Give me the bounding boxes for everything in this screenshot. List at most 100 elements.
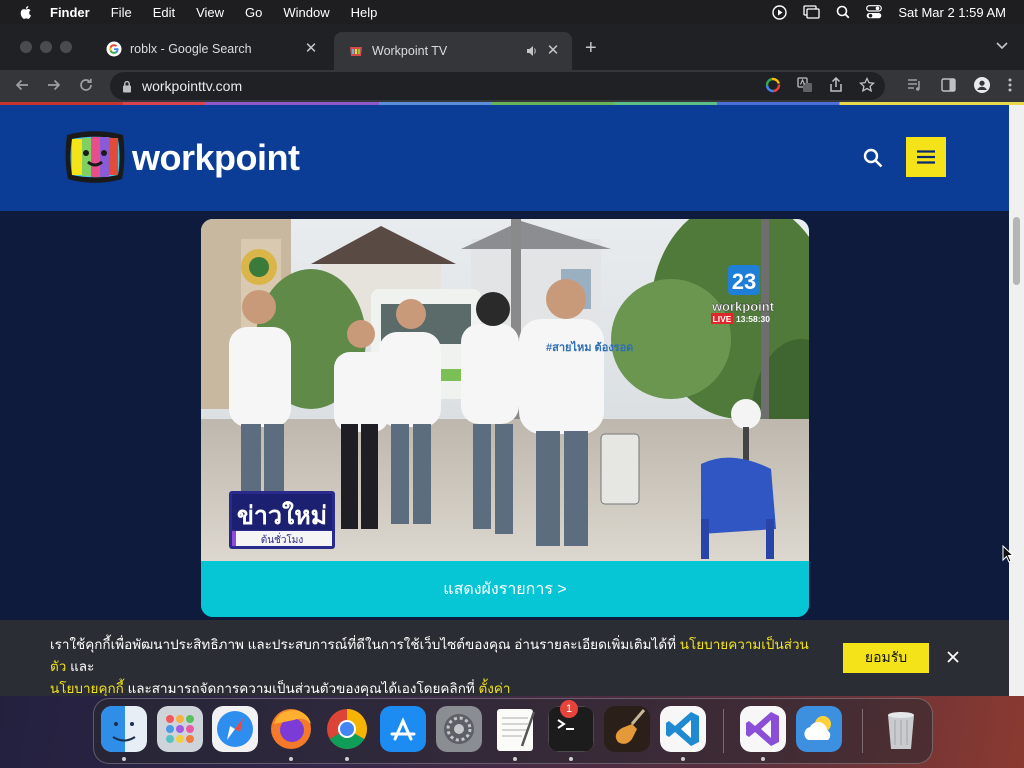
- garageband-icon[interactable]: [604, 706, 650, 752]
- share-icon[interactable]: [829, 77, 843, 93]
- toolbar-actions: [907, 77, 1012, 93]
- trash-icon[interactable]: [878, 706, 924, 752]
- forward-arrow-icon[interactable]: [46, 77, 62, 93]
- show-subtitle: ต้นชั่วโมง: [261, 532, 304, 546]
- menu-app-name[interactable]: Finder: [50, 5, 90, 20]
- dock-separator: [862, 709, 863, 753]
- reload-icon[interactable]: [78, 77, 94, 93]
- cookie-policy-link[interactable]: นโยบายคุกกี้: [50, 681, 124, 696]
- channel-name: workpoint: [711, 299, 775, 314]
- video-frame[interactable]: #สายไหม ต้องรอด 23 workpoint LIVE 13:58:…: [201, 219, 809, 561]
- control-center-icon[interactable]: [866, 5, 883, 19]
- play-status-icon[interactable]: [772, 4, 788, 20]
- live-video-player[interactable]: #สายไหม ต้องรอด 23 workpoint LIVE 13:58:…: [201, 219, 809, 561]
- url-text[interactable]: workpointtv.com: [142, 78, 242, 94]
- chrome-icon[interactable]: [324, 706, 370, 752]
- tab-google-search[interactable]: roblx - Google Search ✕: [92, 34, 330, 64]
- close-tab-icon[interactable]: ✕: [546, 43, 560, 58]
- bookmark-star-icon[interactable]: [859, 77, 875, 93]
- audio-playing-icon[interactable]: [526, 45, 538, 57]
- lock-icon[interactable]: [122, 80, 132, 93]
- search-icon[interactable]: [862, 147, 884, 169]
- shirt-slogan: #สายไหม ต้องรอด: [546, 340, 633, 354]
- dock-separator: [723, 709, 724, 753]
- hamburger-menu-button[interactable]: [906, 137, 946, 177]
- firefox-icon[interactable]: [268, 706, 314, 752]
- channel-number: 23: [732, 269, 756, 294]
- logo-text[interactable]: workpoint: [132, 137, 300, 179]
- cookie-text-part: เราใช้คุกกี้เพื่อพัฒนาประสิทธิภาพ และประ…: [50, 637, 680, 652]
- menu-view[interactable]: View: [196, 5, 224, 20]
- tab-strip: roblx - Google Search ✕ Workpoint TV ✕ +: [0, 24, 1024, 70]
- close-window-button[interactable]: [20, 41, 32, 53]
- system-preferences-icon[interactable]: [436, 706, 482, 752]
- menu-go[interactable]: Go: [245, 5, 262, 20]
- profile-avatar-icon[interactable]: [974, 77, 990, 93]
- media-control-icon[interactable]: [907, 78, 923, 92]
- tv-mascot-icon: [65, 131, 125, 183]
- cookie-message: เราใช้คุกกี้เพื่อพัฒนาประสิทธิภาพ และประ…: [50, 634, 820, 696]
- launchpad-icon[interactable]: [157, 706, 203, 752]
- running-indicator: [761, 757, 765, 761]
- finder-icon[interactable]: [101, 706, 147, 752]
- running-indicator: [122, 757, 126, 761]
- google-icon: [106, 41, 122, 57]
- side-panel-icon[interactable]: [941, 78, 956, 92]
- vscode-icon[interactable]: [660, 706, 706, 752]
- live-timecode: 13:58:30: [736, 314, 770, 324]
- scrollbar-thumb[interactable]: [1013, 217, 1020, 285]
- minimize-window-button[interactable]: [40, 41, 52, 53]
- running-indicator: [289, 757, 293, 761]
- show-schedule-button[interactable]: แสดงผังรายการ >: [201, 561, 809, 617]
- window-controls: [20, 41, 72, 53]
- cookie-text-part: และ: [66, 659, 95, 674]
- browser-toolbar: workpointtv.com: [0, 70, 1024, 102]
- zoom-window-button[interactable]: [60, 41, 72, 53]
- menu-help[interactable]: Help: [351, 5, 378, 20]
- tab-search-chevron-icon[interactable]: [996, 42, 1008, 50]
- new-tab-button[interactable]: +: [585, 38, 597, 58]
- menu-window[interactable]: Window: [283, 5, 329, 20]
- app-store-icon[interactable]: [380, 706, 426, 752]
- menu-bar: Finder File Edit View Go Window Help Sat…: [0, 0, 1024, 24]
- visual-studio-icon[interactable]: [740, 706, 786, 752]
- screen-mirroring-icon[interactable]: [803, 5, 820, 19]
- hamburger-icon: [917, 150, 935, 164]
- back-arrow-icon[interactable]: [14, 77, 30, 93]
- site-header: workpoint: [0, 105, 1009, 211]
- cookie-settings-link[interactable]: ตั้งค่า: [479, 681, 511, 696]
- accept-cookies-button[interactable]: ยอมรับ: [843, 643, 929, 673]
- page-scrollbar[interactable]: [1009, 105, 1024, 696]
- weather-icon[interactable]: [796, 706, 842, 752]
- google-lens-icon[interactable]: [765, 77, 781, 93]
- menu-clock[interactable]: Sat Mar 2 1:59 AM: [898, 5, 1006, 20]
- mouse-pointer-icon: [1002, 545, 1014, 563]
- running-indicator: [569, 757, 573, 761]
- running-indicator: [513, 757, 517, 761]
- safari-icon[interactable]: [212, 706, 258, 752]
- workpoint-favicon: [350, 47, 362, 56]
- web-page: workpoint #สายไหม ต้องรอด 23 workpoint L…: [0, 105, 1009, 696]
- running-indicator: [681, 757, 685, 761]
- live-video-card: #สายไหม ต้องรอด 23 workpoint LIVE 13:58:…: [201, 219, 809, 617]
- dock: 1: [93, 698, 933, 764]
- apple-menu-icon[interactable]: [18, 4, 34, 20]
- spotlight-search-icon[interactable]: [836, 5, 850, 19]
- address-bar[interactable]: workpointtv.com: [110, 72, 885, 100]
- tab-title: roblx - Google Search: [130, 42, 252, 56]
- tab-workpoint-tv[interactable]: Workpoint TV ✕: [334, 32, 572, 70]
- close-banner-icon[interactable]: [946, 650, 960, 664]
- live-label: LIVE: [713, 314, 732, 324]
- cookie-text-part: และสามารถจัดการความเป็นส่วนตัวของคุณได้เ…: [123, 681, 479, 696]
- show-title: ข่าวใหม่: [237, 500, 327, 530]
- close-tab-icon[interactable]: ✕: [304, 41, 318, 56]
- tab-title: Workpoint TV: [372, 44, 448, 58]
- textedit-icon[interactable]: [492, 706, 538, 752]
- chrome-menu-icon[interactable]: [1008, 78, 1012, 92]
- menu-file[interactable]: File: [111, 5, 132, 20]
- translate-icon[interactable]: [797, 77, 813, 93]
- workpoint-logo[interactable]: workpoint: [64, 129, 300, 187]
- notification-badge: 1: [560, 700, 578, 718]
- menu-edit[interactable]: Edit: [153, 5, 175, 20]
- cookie-consent-banner: เราใช้คุกกี้เพื่อพัฒนาประสิทธิภาพ และประ…: [0, 620, 1009, 696]
